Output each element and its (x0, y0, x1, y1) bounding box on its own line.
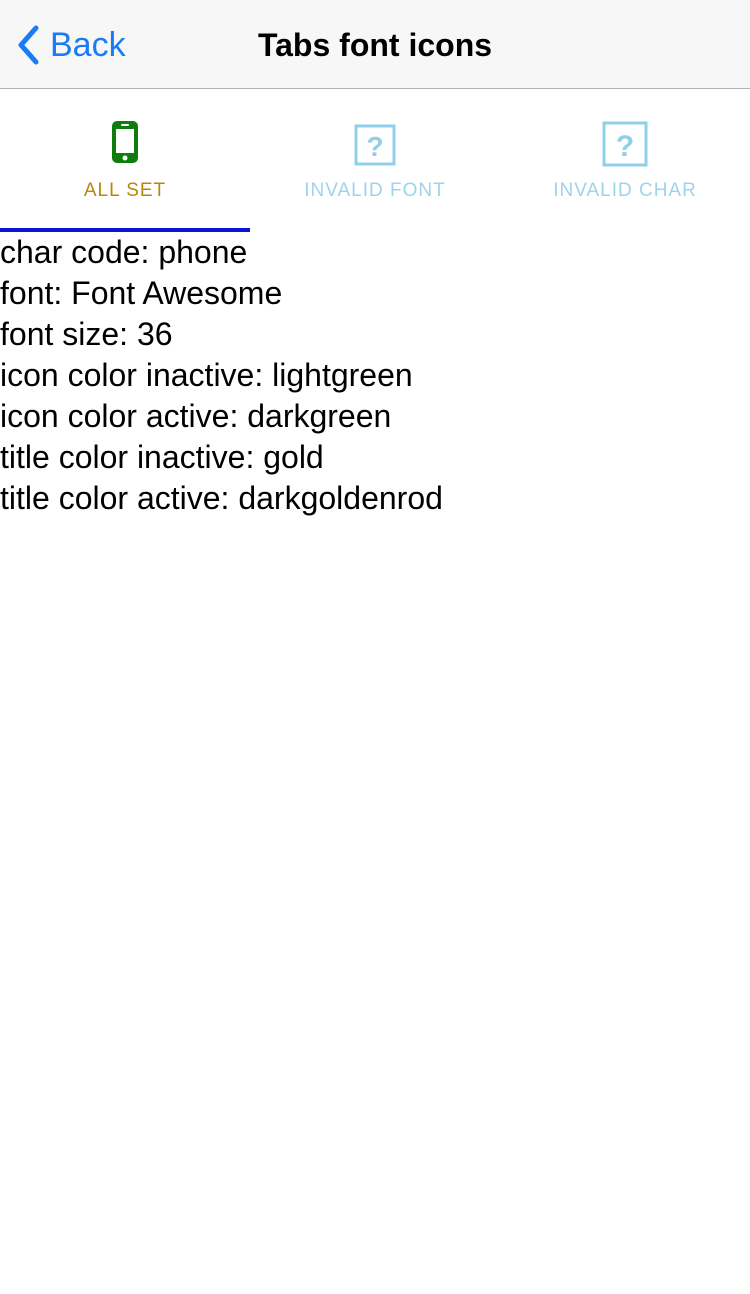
tab-label-all-set: ALL SET (83, 180, 167, 201)
navigation-bar: Back Tabs font icons (0, 0, 750, 89)
tab-invalid-char[interactable]: ? INVALID CHAR (500, 90, 750, 232)
tab-all-set[interactable]: ALL SET (0, 90, 250, 232)
info-char-code: char code: phone (0, 234, 248, 270)
tab-bar: ALL SET ? INVALID FONT ? INVALID CHAR (0, 90, 750, 232)
info-title-color-inactive: title color inactive: gold (0, 439, 324, 475)
info-font-size: font size: 36 (0, 316, 173, 352)
tab-label-invalid-char: INVALID CHAR (553, 180, 697, 201)
svg-text:?: ? (366, 131, 383, 162)
back-label: Back (50, 26, 126, 64)
chevron-left-icon (18, 25, 39, 65)
tab-label-invalid-font: INVALID FONT (304, 180, 446, 201)
phone-icon (112, 121, 138, 163)
info-font: font: Font Awesome (0, 275, 283, 311)
tab-invalid-font[interactable]: ? INVALID FONT (250, 90, 500, 232)
info-icon-color-inactive: icon color inactive: lightgreen (0, 357, 413, 393)
back-button[interactable]: Back (14, 22, 126, 68)
question-box-icon: ? (354, 124, 396, 166)
info-title-color-active: title color active: darkgoldenrod (0, 480, 443, 516)
svg-text:?: ? (616, 130, 634, 163)
info-icon-color-active: icon color active: darkgreen (0, 398, 392, 434)
tab-content: char code: phone font: Font Awesome font… (0, 232, 750, 519)
question-box-icon: ? (602, 121, 648, 167)
